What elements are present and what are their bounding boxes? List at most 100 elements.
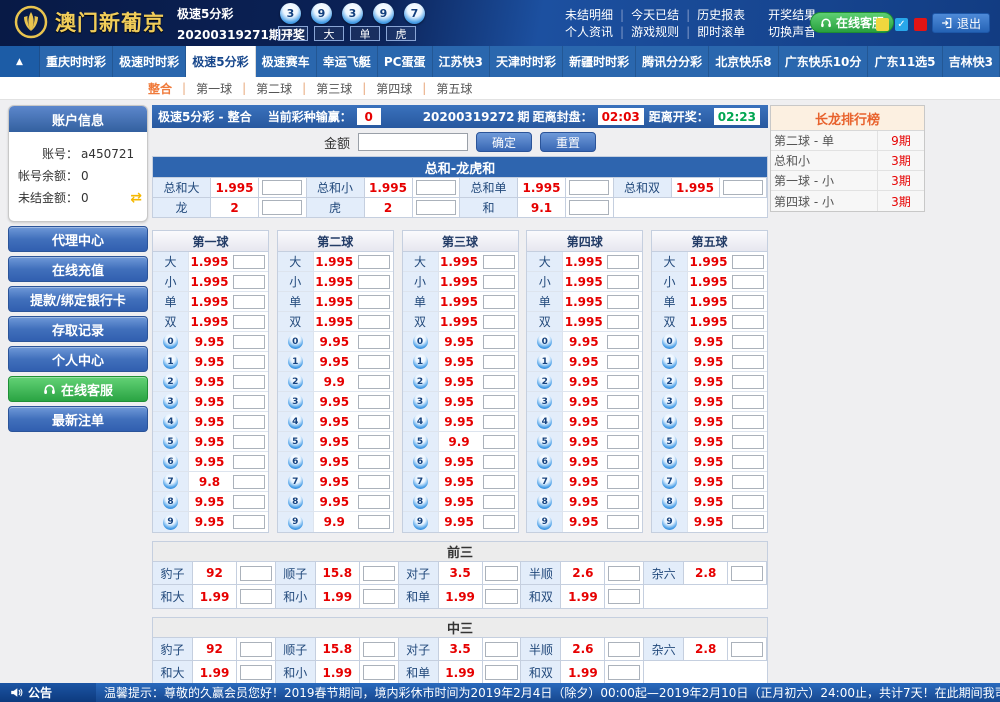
bet-label[interactable]: 0 xyxy=(403,332,439,351)
nav-tab[interactable]: 极速赛车 xyxy=(256,46,317,77)
bet-amount-input[interactable] xyxy=(358,515,390,529)
yellow-toggle[interactable] xyxy=(876,18,889,31)
bet-label[interactable]: 龙 xyxy=(153,198,211,217)
bet-label[interactable]: 对子 xyxy=(399,562,439,584)
bet-label[interactable]: 总和单 xyxy=(460,178,518,197)
bet-label[interactable]: 双 xyxy=(652,312,688,331)
bet-amount-input[interactable] xyxy=(608,642,640,657)
bet-label[interactable]: 3 xyxy=(153,392,189,411)
bet-label[interactable]: 单 xyxy=(153,292,189,311)
bet-amount-input[interactable] xyxy=(483,435,515,449)
nav-tab[interactable]: PC蛋蛋 xyxy=(378,46,433,77)
bet-amount-input[interactable] xyxy=(731,566,763,581)
bet-amount-input[interactable] xyxy=(607,395,639,409)
bet-amount-input[interactable] xyxy=(358,455,390,469)
bet-label[interactable]: 双 xyxy=(527,312,563,331)
bet-label[interactable]: 单 xyxy=(527,292,563,311)
subnav-item[interactable]: 第五球 xyxy=(436,80,472,97)
bet-amount-input[interactable] xyxy=(732,475,764,489)
nav-tab[interactable]: 新疆时时彩 xyxy=(563,46,636,77)
bet-amount-input[interactable] xyxy=(607,375,639,389)
bet-label[interactable]: 大 xyxy=(153,252,189,271)
bet-label[interactable]: 小 xyxy=(278,272,314,291)
logout-button[interactable]: 退出 xyxy=(932,13,990,33)
bet-label[interactable]: 和单 xyxy=(399,661,439,684)
bet-amount-input[interactable] xyxy=(732,295,764,309)
bet-amount-input[interactable] xyxy=(607,475,639,489)
bet-label[interactable]: 小 xyxy=(403,272,439,291)
bet-label[interactable]: 顺子 xyxy=(276,562,316,584)
bet-label[interactable]: 豹子 xyxy=(153,562,193,584)
bet-amount-input[interactable] xyxy=(358,415,390,429)
bet-label[interactable]: 和双 xyxy=(521,585,561,608)
bet-label[interactable]: 小 xyxy=(153,272,189,291)
bet-amount-input[interactable] xyxy=(363,642,395,657)
bet-amount-input[interactable] xyxy=(485,665,517,680)
bet-amount-input[interactable] xyxy=(732,275,764,289)
bet-label[interactable]: 1 xyxy=(527,352,563,371)
bet-amount-input[interactable] xyxy=(608,665,640,680)
bet-amount-input[interactable] xyxy=(240,642,272,657)
bet-label[interactable]: 和 xyxy=(460,198,518,217)
bet-label[interactable]: 0 xyxy=(153,332,189,351)
bet-amount-input[interactable] xyxy=(233,395,265,409)
bet-amount-input[interactable] xyxy=(483,275,515,289)
bet-label[interactable]: 5 xyxy=(652,432,688,451)
bet-label[interactable]: 9 xyxy=(527,512,563,532)
bet-label[interactable]: 和单 xyxy=(399,585,439,608)
bet-amount-input[interactable] xyxy=(233,455,265,469)
bet-label[interactable]: 和小 xyxy=(276,661,316,684)
bet-amount-input[interactable] xyxy=(569,180,609,195)
bet-amount-input[interactable] xyxy=(483,375,515,389)
bet-amount-input[interactable] xyxy=(358,275,390,289)
bet-amount-input[interactable] xyxy=(607,515,639,529)
bet-label[interactable]: 大 xyxy=(652,252,688,271)
bet-amount-input[interactable] xyxy=(483,455,515,469)
bet-label[interactable]: 4 xyxy=(153,412,189,431)
bet-label[interactable]: 总和大 xyxy=(153,178,211,197)
bet-label[interactable]: 大 xyxy=(278,252,314,271)
bet-amount-input[interactable] xyxy=(607,355,639,369)
site-logo[interactable]: 澳门新葡京 xyxy=(14,5,165,39)
bet-label[interactable]: 和小 xyxy=(276,585,316,608)
bet-label[interactable]: 总和双 xyxy=(614,178,672,197)
bet-amount-input[interactable] xyxy=(607,435,639,449)
bet-label[interactable]: 小 xyxy=(652,272,688,291)
subnav-item[interactable]: 第三球 xyxy=(316,80,352,97)
subnav-item[interactable]: 第二球 xyxy=(256,80,292,97)
bet-label[interactable]: 0 xyxy=(527,332,563,351)
bet-amount-input[interactable] xyxy=(607,275,639,289)
bet-amount-input[interactable] xyxy=(358,335,390,349)
sidebar-online-service-button[interactable]: 在线客服 xyxy=(8,376,148,402)
bet-amount-input[interactable] xyxy=(483,335,515,349)
bet-amount-input[interactable] xyxy=(731,642,763,657)
bet-amount-input[interactable] xyxy=(483,495,515,509)
nav-tab[interactable]: 重庆时时彩 xyxy=(40,46,113,77)
bet-amount-input[interactable] xyxy=(233,295,265,309)
reset-button[interactable]: 重置 xyxy=(540,132,596,152)
bet-label[interactable]: 8 xyxy=(403,492,439,511)
bet-amount-input[interactable] xyxy=(240,566,272,581)
bet-label[interactable]: 8 xyxy=(652,492,688,511)
bet-label[interactable]: 杂六 xyxy=(644,562,684,584)
bet-amount-input[interactable] xyxy=(416,200,456,215)
bet-label[interactable]: 7 xyxy=(652,472,688,491)
bet-label[interactable]: 8 xyxy=(278,492,314,511)
refresh-balance-icon[interactable]: ⇄ xyxy=(130,190,142,206)
bet-label[interactable]: 7 xyxy=(278,472,314,491)
bet-amount-input[interactable] xyxy=(233,275,265,289)
bet-amount-input[interactable] xyxy=(483,295,515,309)
bet-amount-input[interactable] xyxy=(732,415,764,429)
bet-amount-input[interactable] xyxy=(732,435,764,449)
bet-amount-input[interactable] xyxy=(485,642,517,657)
header-link[interactable]: 今天已结 xyxy=(631,6,679,23)
bet-label[interactable]: 3 xyxy=(527,392,563,411)
bet-amount-input[interactable] xyxy=(358,255,390,269)
bet-label[interactable]: 2 xyxy=(403,372,439,391)
bet-amount-input[interactable] xyxy=(732,315,764,329)
bet-amount-input[interactable] xyxy=(732,455,764,469)
bet-amount-input[interactable] xyxy=(732,395,764,409)
sidebar-button-latest-bets[interactable]: 最新注单 xyxy=(8,406,148,432)
sidebar-button[interactable]: 在线充值 xyxy=(8,256,148,282)
bet-label[interactable]: 6 xyxy=(527,452,563,471)
